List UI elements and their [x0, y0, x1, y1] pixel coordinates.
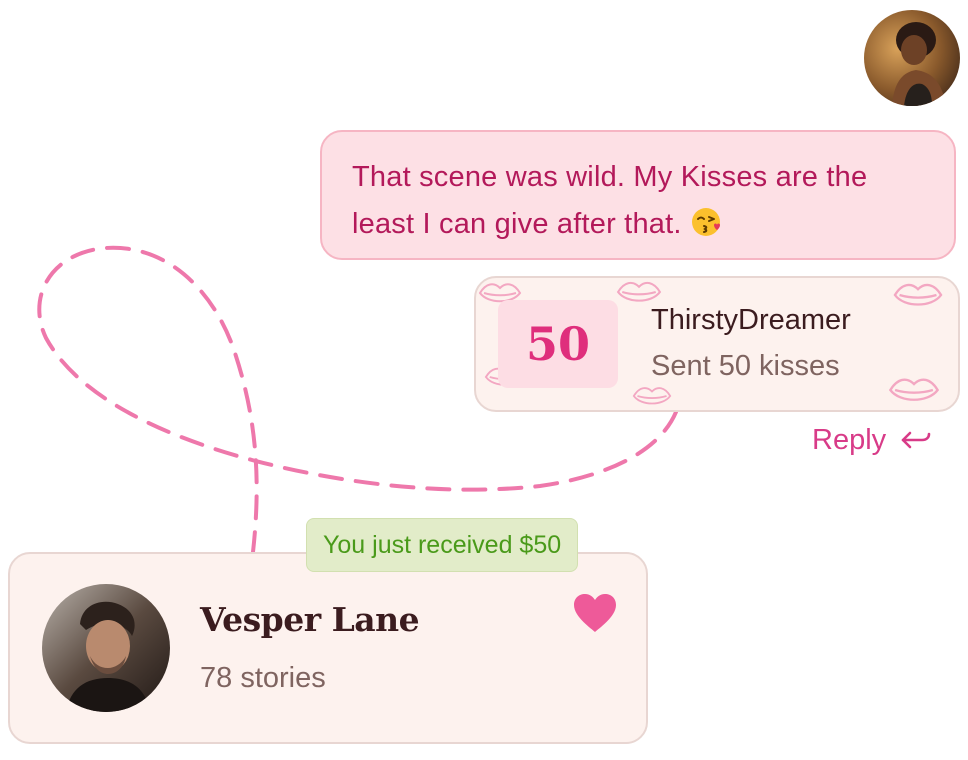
creator-name[interactable]: Vesper Lane	[200, 600, 420, 639]
lip-mark-icon	[632, 387, 672, 405]
heart-icon[interactable]	[572, 592, 618, 634]
reply-arrow-icon	[901, 431, 931, 448]
kiss-sender-name: ThirstyDreamer	[651, 304, 851, 336]
message-bubble: That scene was wild. My Kisses are the l…	[320, 130, 956, 260]
lip-mark-icon	[888, 378, 940, 401]
kiss-description: Sent 50 kisses	[651, 350, 840, 382]
reply-button[interactable]: Reply	[812, 424, 932, 457]
lip-mark-icon	[616, 281, 662, 302]
message-text: That scene was wild. My Kisses are the l…	[352, 161, 868, 240]
creator-profile-card[interactable]: Vesper Lane 78 stories	[8, 552, 648, 744]
creator-avatar[interactable]	[42, 584, 170, 712]
kissing-face-emoji-icon	[690, 206, 722, 238]
kiss-notification-card: 50 ThirstyDreamer Sent 50 kisses	[474, 276, 960, 412]
sender-avatar[interactable]	[864, 10, 960, 106]
reply-label: Reply	[812, 424, 887, 456]
kiss-amount-badge: 50	[498, 300, 618, 388]
received-payment-badge: You just received $50	[306, 518, 579, 572]
creator-story-count: 78 stories	[200, 662, 326, 694]
lip-mark-icon	[893, 283, 943, 306]
